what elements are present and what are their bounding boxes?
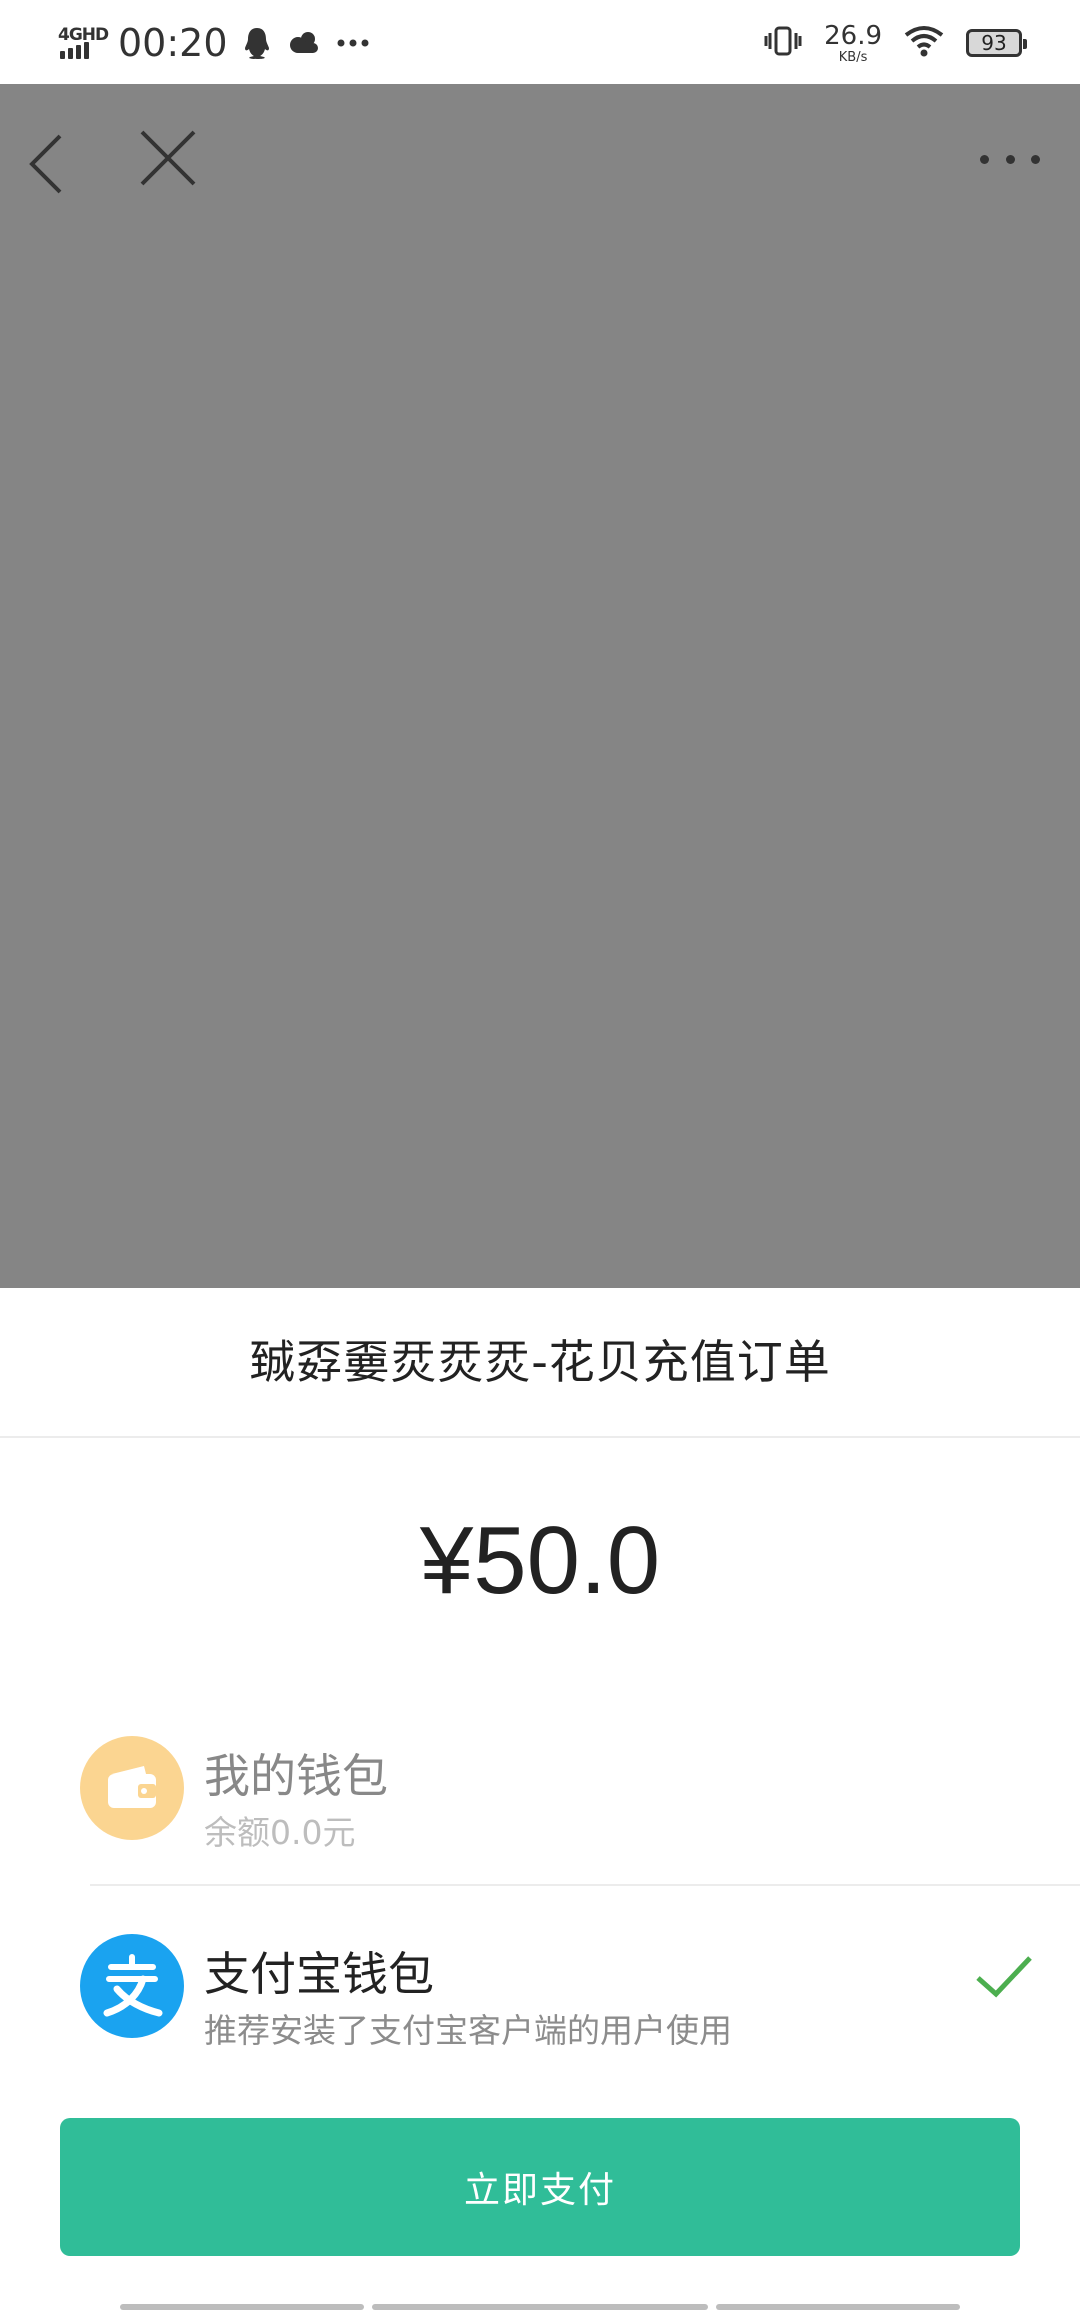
status-bar: 4GHD 00:20 26.9 KB/s 93 [0, 0, 1080, 84]
more-dots-icon [336, 38, 370, 48]
method-title: 我的钱包 [204, 1749, 388, 1803]
order-amount: ¥50.0 [419, 1507, 661, 1614]
signal-icon: 4GHD [58, 23, 109, 63]
back-icon[interactable] [22, 124, 72, 204]
status-bar-right: 26.9 KB/s 93 [764, 18, 1027, 68]
alipay-icon [80, 1934, 184, 2038]
speed-unit: KB/s [838, 49, 868, 65]
wallet-icon [80, 1736, 184, 1840]
more-icon[interactable] [980, 144, 1040, 174]
home-indicator [716, 2304, 960, 2310]
qq-icon [242, 26, 272, 60]
divider [90, 1884, 1080, 1886]
home-indicator [372, 2304, 708, 2310]
dimmed-webview[interactable] [0, 84, 1080, 1288]
home-indicator [120, 2304, 364, 2310]
order-title: 臹孬嫑烎烎烎-花贝充值订单 [249, 1335, 831, 1389]
payment-method-wallet[interactable]: 我的钱包 余额0.0元 [0, 1712, 1080, 1872]
close-icon[interactable] [136, 126, 200, 190]
vibrate-icon [764, 24, 802, 62]
network-speed: 26.9 KB/s [824, 23, 882, 64]
method-title: 支付宝钱包 [204, 1947, 434, 2001]
speed-value: 26.9 [824, 20, 882, 51]
method-description: 推荐安装了支付宝客户端的用户使用 [204, 2011, 732, 2050]
wifi-icon [904, 25, 944, 61]
check-icon [974, 1952, 1034, 2002]
payment-method-alipay[interactable]: 支付宝钱包 推荐安装了支付宝客户端的用户使用 [0, 1910, 1080, 2070]
divider [0, 1436, 1080, 1438]
wallet-balance: 余额0.0元 [204, 1813, 356, 1852]
pay-now-button[interactable]: 立即支付 [60, 2118, 1020, 2256]
battery-icon: 93 [966, 29, 1027, 57]
battery-level: 93 [981, 31, 1007, 55]
cloud-icon [286, 29, 322, 57]
status-bar-left: 4GHD 00:20 [58, 18, 370, 68]
clock: 00:20 [118, 21, 228, 65]
